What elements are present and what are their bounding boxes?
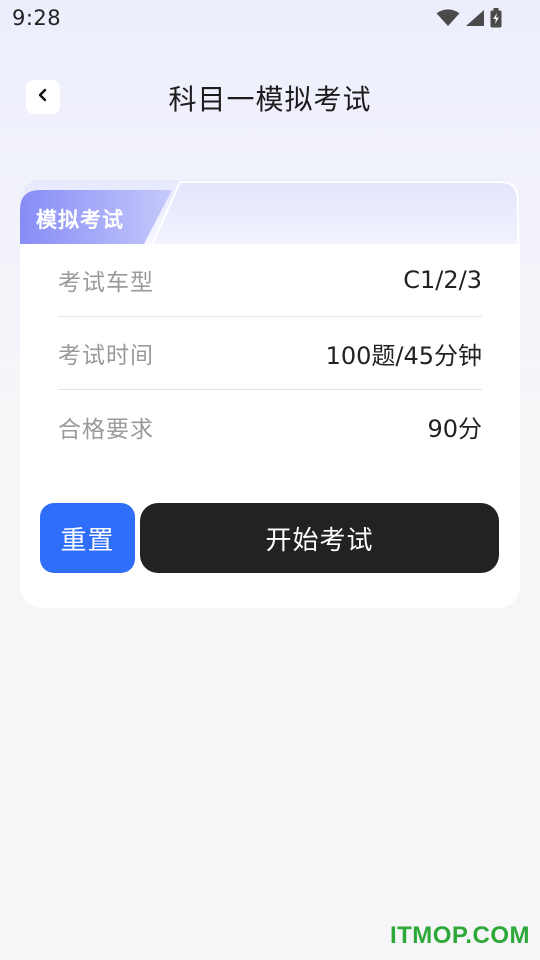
exam-card: 模拟考试 考试车型 C1/2/3 考试时间 100题/45分钟 合格要求 90分… <box>20 180 520 608</box>
info-value: 90分 <box>427 415 482 443</box>
status-icons <box>436 7 502 29</box>
info-row-vehicle-type: 考试车型 C1/2/3 <box>58 244 482 317</box>
cell-signal-icon <box>465 9 485 27</box>
status-time: 9:28 <box>12 6 62 30</box>
info-value: C1/2/3 <box>403 266 482 294</box>
page-header: 科目一模拟考试 <box>0 70 540 126</box>
exam-info-list: 考试车型 C1/2/3 考试时间 100题/45分钟 合格要求 90分 <box>58 244 482 463</box>
info-row-pass-requirement: 合格要求 90分 <box>58 390 482 463</box>
info-label: 考试时间 <box>58 343 154 369</box>
wifi-icon <box>436 9 460 27</box>
info-value: 100题/45分钟 <box>325 341 482 370</box>
battery-charging-icon <box>490 8 502 28</box>
site-watermark: ITMOP.COM <box>389 922 530 949</box>
page-title: 科目一模拟考试 <box>168 83 372 116</box>
reset-button[interactable]: 重置 <box>40 503 135 573</box>
card-tag-label: 模拟考试 <box>36 208 124 232</box>
info-row-exam-time: 考试时间 100题/45分钟 <box>58 317 482 390</box>
status-bar: 9:28 <box>0 0 540 38</box>
info-label: 合格要求 <box>58 416 154 443</box>
info-label: 考试车型 <box>58 270 154 296</box>
start-exam-button[interactable]: 开始考试 <box>140 503 499 573</box>
